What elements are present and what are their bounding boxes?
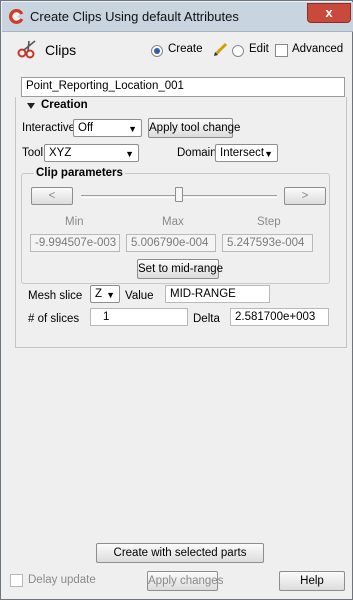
step-field[interactable]: 5.247593e-004 [222, 234, 313, 252]
chevron-down-icon: ▼ [125, 149, 134, 159]
domain-select[interactable]: Intersect ▼ [215, 144, 278, 162]
dialog-window: Create Clips Using default Attributes x … [0, 0, 353, 600]
apply-changes-button[interactable]: Apply changes [147, 571, 223, 591]
scissors-icon [17, 40, 36, 59]
interactive-label: Interactive [22, 122, 76, 134]
chevron-down-icon: ▼ [128, 124, 137, 134]
min-label: Min [65, 216, 84, 228]
advanced-label: Advanced [292, 43, 344, 55]
slider-handle[interactable] [175, 187, 183, 202]
mesh-slice-label: Mesh slice [28, 290, 83, 302]
help-button[interactable]: Help [279, 571, 345, 591]
create-radio[interactable] [151, 45, 163, 57]
interactive-value: Off [78, 122, 94, 134]
clip-parameters-heading: Clip parameters [34, 167, 125, 179]
section-title: Clips [45, 42, 77, 58]
max-field[interactable]: 5.006790e-004 [126, 234, 216, 252]
mesh-slice-select[interactable]: Z ▼ [90, 285, 120, 303]
chevron-down-icon: ▼ [106, 290, 115, 300]
pencil-icon [214, 42, 228, 56]
advanced-checkbox[interactable] [275, 44, 288, 57]
delay-update-checkbox[interactable] [10, 574, 23, 587]
title-bar[interactable]: Create Clips Using default Attributes x [2, 2, 353, 32]
create-label: Create [168, 43, 203, 55]
num-slices-field[interactable]: 1 [90, 308, 188, 326]
slider-prev-button[interactable]: < [31, 187, 73, 205]
chevron-down-icon: ▼ [264, 149, 273, 159]
domain-value: Intersect [220, 147, 265, 159]
num-slices-label: # of slices [28, 313, 80, 325]
max-label: Max [162, 216, 184, 228]
interactive-select[interactable]: Off ▼ [73, 119, 142, 137]
slider-next-button[interactable]: > [284, 187, 326, 205]
delta-label: Delta [193, 313, 220, 325]
name-input[interactable]: Point_Reporting_Location_001 [21, 77, 345, 97]
triangle-down-icon[interactable] [26, 101, 36, 111]
tool-label: Tool [22, 147, 44, 159]
mesh-slice-value: Z [95, 288, 103, 300]
creation-heading: Creation [41, 99, 88, 111]
close-icon[interactable]: x [307, 3, 351, 23]
delay-update-label: Delay update [28, 574, 96, 586]
edit-label: Edit [249, 43, 269, 55]
value-label: Value [125, 290, 154, 302]
domain-label: Domain [177, 147, 217, 159]
set-mid-range-button[interactable]: Set to mid-range [137, 259, 223, 279]
step-label: Step [257, 216, 281, 228]
tool-value: XYZ [49, 147, 72, 159]
create-with-selected-parts-button[interactable]: Create with selected parts [96, 543, 264, 563]
min-field[interactable]: -9.994507e-003 [30, 234, 120, 252]
app-logo-icon [9, 9, 24, 24]
delta-field[interactable]: 2.581700e+003 [230, 308, 329, 326]
edit-radio[interactable] [232, 45, 244, 57]
apply-tool-change-button[interactable]: Apply tool change [148, 118, 240, 138]
tool-select[interactable]: XYZ ▼ [44, 144, 139, 162]
value-field[interactable]: MID-RANGE [165, 285, 270, 303]
window-title: Create Clips Using default Attributes [30, 9, 239, 24]
